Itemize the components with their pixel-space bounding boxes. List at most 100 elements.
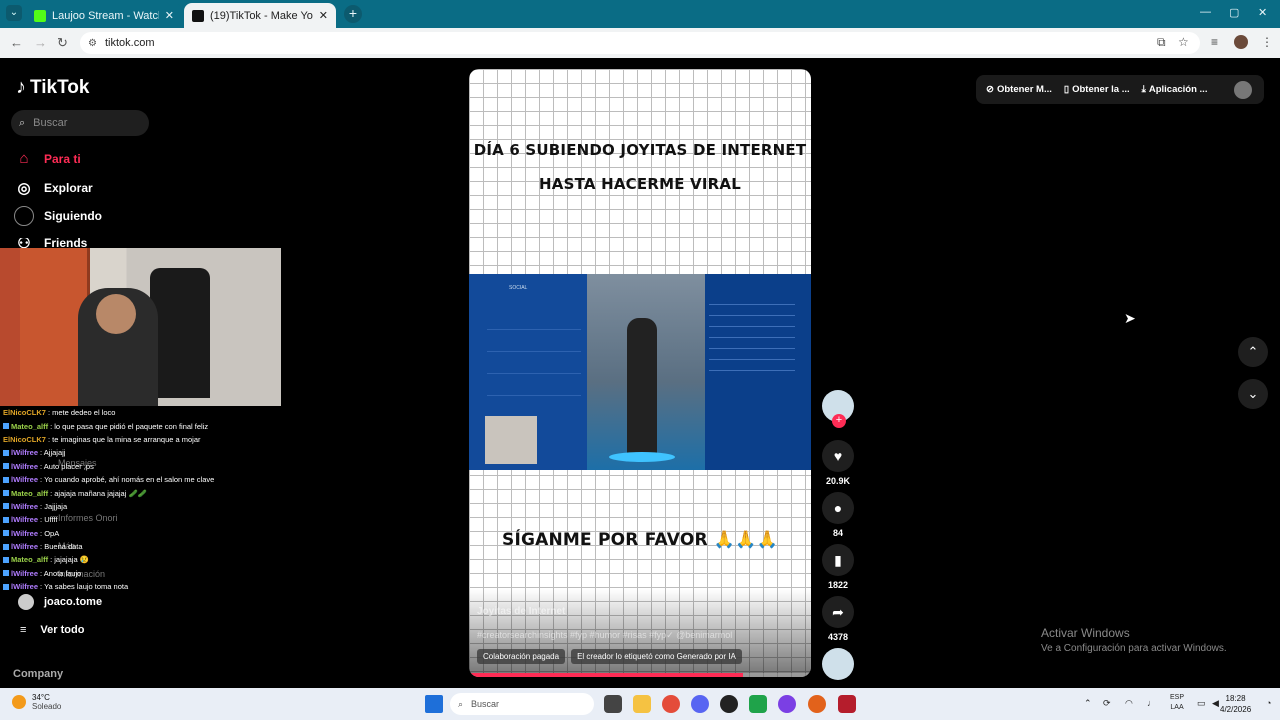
tray-mic-icon[interactable]: ♩ — [1147, 698, 1156, 708]
nav-for-you[interactable]: ⌂ Para ti — [14, 150, 80, 167]
forward-icon[interactable]: → — [34, 35, 47, 50]
windows-taskbar: 34°C Soleado ⌕ Buscar ⌃ ⟳ ◠ ♩ ESP LAA ▭ … — [0, 688, 1280, 720]
nav-following[interactable]: Siguiendo — [14, 206, 102, 226]
bookmark-star-icon[interactable]: ☆ — [1178, 35, 1189, 49]
ai-generated-chip[interactable]: El creador lo etiquetó como Generado por… — [571, 649, 742, 664]
chat-text: : Buena data — [40, 542, 83, 552]
chat-username: lWilfree — [11, 475, 39, 485]
user-avatar[interactable] — [1234, 80, 1252, 99]
paid-partnership-chip[interactable]: Colaboración pagada — [477, 649, 566, 664]
tab-tiktok[interactable]: (19)TikTok - Make Your Day ✕ — [184, 3, 336, 28]
nav-explore[interactable]: ◎ Explorar — [14, 179, 92, 197]
back-icon[interactable]: ← — [10, 35, 23, 50]
follow-plus-icon[interactable]: + — [832, 414, 846, 428]
share-icon: ➦ — [832, 604, 844, 620]
notification-bell-icon[interactable]: ◔ — [1266, 698, 1271, 708]
game-menu-row — [709, 342, 795, 349]
media-control-icon[interactable]: ≡ — [1211, 35, 1218, 49]
taskbar-clock[interactable]: 18:28 4/2/2026 — [1220, 693, 1251, 715]
header-actions: ⊘ Obtener M... ▯ Obtener la ... ⤓ Aplicació… — [976, 75, 1264, 104]
home-icon: ⌂ — [19, 150, 29, 167]
tab-close-icon[interactable]: ✕ — [319, 9, 328, 22]
app-icon[interactable] — [838, 695, 856, 713]
get-coins-button[interactable]: ⊘ Obtener M... — [986, 84, 1052, 95]
task-view-icon[interactable] — [604, 695, 622, 713]
tray-network-icon[interactable]: ◠ — [1125, 698, 1133, 709]
video-hashtags[interactable]: #creatorsearchinsights #fyp #humor #risa… — [477, 630, 807, 641]
video-player[interactable]: DÍA 6 SUBIENDO JOYITAS DE INTERNET HASTA… — [469, 69, 811, 677]
get-app-button[interactable]: ▯ Obtener la ... — [1064, 84, 1130, 95]
language-indicator[interactable]: ESP LAA — [1170, 693, 1184, 713]
start-windows-icon[interactable] — [425, 695, 443, 713]
maximize-button[interactable]: ▢ — [1229, 6, 1239, 19]
like-count: 20.9K — [825, 476, 851, 486]
reload-icon[interactable]: ↻ — [57, 35, 68, 51]
profile-avatar[interactable] — [1234, 35, 1248, 49]
search-icon: ⌕ — [19, 116, 26, 129]
search-input[interactable]: ⌕ Buscar — [11, 110, 149, 136]
url-field[interactable]: ⚙ tiktok.com — [80, 32, 1200, 54]
chat-text: : Auto placer ,ps — [40, 461, 94, 471]
next-video-button[interactable]: ⌄ — [1238, 379, 1268, 409]
steam-icon[interactable] — [720, 695, 738, 713]
chat-text: : ajajaja mañana jajajaj 🥒🥒 — [50, 488, 148, 498]
game-menu-row — [709, 320, 795, 327]
chat-text: : Uffff — [40, 515, 58, 525]
file-explorer-icon[interactable] — [633, 695, 651, 713]
menu-icon[interactable]: ⋮ — [1261, 35, 1273, 49]
see-all-label: Ver todo — [40, 624, 85, 636]
android-app-icon[interactable] — [749, 695, 767, 713]
chat-badge-icon — [3, 556, 9, 563]
chat-text: : jajajaja 😢 — [50, 555, 90, 565]
previous-video-button[interactable]: ⌃ — [1238, 337, 1268, 367]
tab-title: Laujoo Stream - Watch Live on — [52, 9, 159, 22]
tab-title: (19)TikTok - Make Your Day — [210, 9, 313, 22]
taskbar-search[interactable]: ⌕ Buscar — [450, 693, 594, 715]
tiktok-favicon-icon — [192, 9, 204, 22]
video-progress-bar[interactable] — [469, 673, 811, 677]
chat-badge-icon — [3, 449, 9, 456]
chat-username: Mateo_alff — [11, 421, 49, 431]
chat-badge-icon — [3, 463, 9, 470]
chat-message: lWilfree: Ajjajajj — [3, 446, 281, 459]
tray-sync-icon[interactable]: ⟳ — [1103, 698, 1111, 709]
sun-icon — [12, 695, 26, 709]
minimize-button[interactable]: — — [1200, 6, 1211, 18]
tiktok-page: ♪ TikTok ⌕ Buscar ⌂ Para ti ◎ Explorar S… — [0, 58, 1280, 688]
chrome-icon[interactable] — [662, 695, 680, 713]
tiktok-logo[interactable]: ♪ TikTok — [16, 76, 89, 99]
weather-widget[interactable]: 34°C Soleado — [12, 693, 61, 711]
comment-button[interactable]: ● — [822, 492, 854, 524]
new-tab-button[interactable]: + — [344, 5, 362, 23]
tab-laujoo-stream[interactable]: Laujoo Stream - Watch Live on ✕ — [26, 3, 182, 28]
like-button[interactable]: ♥ — [822, 440, 854, 472]
save-button[interactable]: ▮ — [822, 544, 854, 576]
discord-icon[interactable] — [691, 695, 709, 713]
chat-username: lWilfree — [11, 448, 39, 458]
tray-expand-icon[interactable]: ⌃ — [1084, 698, 1092, 709]
tray-monitor-icon[interactable]: ▭ — [1197, 698, 1206, 709]
game-app-icon[interactable] — [808, 695, 826, 713]
company-link[interactable]: Company — [13, 668, 63, 680]
video-author[interactable]: Joyitas de Internet — [477, 606, 565, 617]
share-button[interactable]: ➦ — [822, 596, 854, 628]
obs-icon[interactable] — [778, 695, 796, 713]
close-window-button[interactable]: ✕ — [1258, 6, 1267, 19]
tray-volume-icon[interactable]: ◀ — [1212, 698, 1219, 709]
tab-search-button[interactable]: ⌄ — [6, 5, 22, 21]
header-btn-label: Aplicación ... — [1148, 84, 1208, 95]
game-list-row — [487, 356, 581, 374]
nav-label: Friends — [44, 238, 88, 248]
followed-account-item[interactable]: joaco.tome — [18, 594, 102, 610]
tab-close-icon[interactable]: ✕ — [165, 9, 174, 22]
search-icon: ⌕ — [458, 698, 464, 709]
game-menu-row — [709, 353, 795, 360]
see-all-link[interactable]: ≡ Ver todo — [20, 624, 84, 636]
site-info-icon[interactable]: ⚙ — [88, 38, 97, 49]
nav-friends[interactable]: ⚇ Friends — [14, 238, 87, 248]
desktop-app-button[interactable]: ⤓ Aplicación ... — [1142, 84, 1208, 95]
cast-icon[interactable]: ⧉ — [1157, 35, 1166, 50]
music-disc-icon[interactable] — [822, 648, 854, 680]
activate-title: Activar Windows — [1041, 626, 1130, 640]
chat-username: Mateo_alff — [11, 555, 49, 565]
